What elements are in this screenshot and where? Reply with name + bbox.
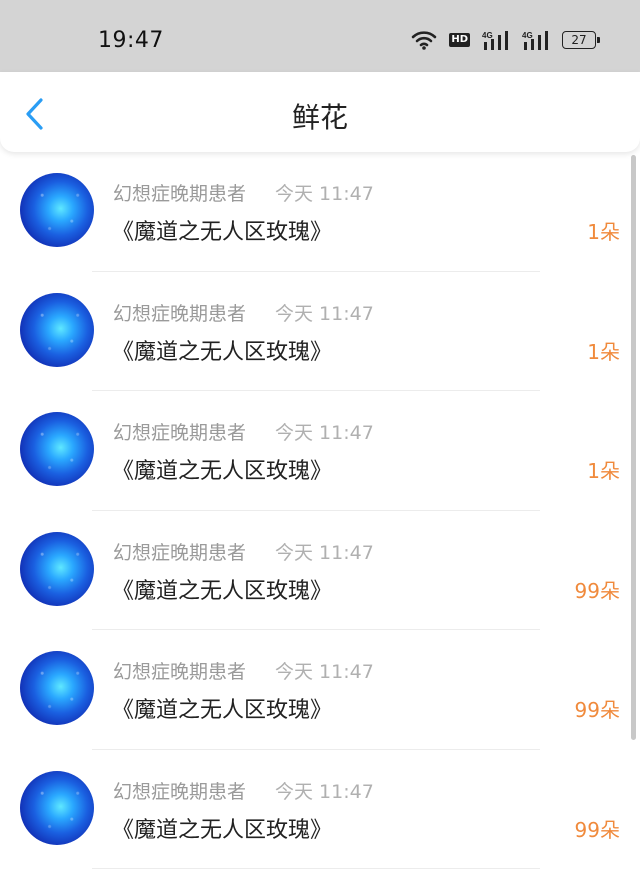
sender-name[interactable]: 幻想症晚期患者 [113,418,246,445]
book-title[interactable]: 《魔道之无人区玫瑰》 [112,812,332,844]
avatar[interactable] [20,173,94,247]
list-item[interactable]: 幻想症晚期患者 今天 11:47 《魔道之无人区玫瑰》 1朵 [0,152,640,272]
wifi-icon [411,30,437,50]
sender-name[interactable]: 幻想症晚期患者 [113,179,246,206]
battery-level: 27 [571,33,587,47]
flower-list[interactable]: 幻想症晚期患者 今天 11:47 《魔道之无人区玫瑰》 1朵 幻想症晚期患者 今… [0,152,640,879]
scrollbar[interactable] [631,155,636,740]
avatar[interactable] [20,531,94,606]
sender-name[interactable]: 幻想症晚期患者 [113,777,246,804]
flower-count: 1朵 [587,220,620,244]
book-title[interactable]: 《魔道之无人区玫瑰》 [112,334,332,366]
flower-count: 99朵 [574,817,620,842]
send-time: 今天 11:47 [275,183,374,205]
status-bar: 19:47 HD 4G 4G 27 [0,0,640,72]
signal-icon: 4G [522,30,550,50]
status-icons: HD 4G 4G 27 [411,30,600,50]
book-title[interactable]: 《魔道之无人区玫瑰》 [112,214,332,246]
send-time: 今天 11:47 [275,422,374,444]
flower-count: 99朵 [574,698,620,722]
book-title[interactable]: 《魔道之无人区玫瑰》 [112,453,332,485]
send-time: 今天 11:47 [275,302,374,325]
avatar[interactable] [20,292,94,367]
nav-bar: 鲜花 [0,72,640,152]
list-item[interactable]: 幻想症晚期患者 今天 11:47 《魔道之无人区玫瑰》 1朵 [0,272,640,391]
flower-count: 1朵 [587,339,620,364]
sender-name[interactable]: 幻想症晚期患者 [113,657,246,684]
avatar[interactable] [20,770,94,845]
battery-icon: 27 [562,31,600,49]
send-time: 今天 11:47 [275,661,374,683]
sender-name[interactable]: 幻想症晚期患者 [113,299,246,326]
network-label: 4G [482,31,493,40]
list-item[interactable]: 幻想症晚期患者 今天 11:47 《魔道之无人区玫瑰》 99朵 [0,511,640,630]
book-title[interactable]: 《魔道之无人区玫瑰》 [112,573,332,605]
divider [92,868,540,869]
flower-count: 99朵 [574,578,620,603]
send-time: 今天 11:47 [275,780,374,803]
sender-name[interactable]: 幻想症晚期患者 [113,538,246,565]
send-time: 今天 11:47 [275,541,374,564]
signal-icon: 4G [482,30,510,50]
status-time: 19:47 [98,28,164,53]
list-item[interactable]: 幻想症晚期患者 今天 11:47 《魔道之无人区玫瑰》 1朵 [0,391,640,511]
flower-count: 1朵 [587,459,620,483]
list-item[interactable]: 幻想症晚期患者 今天 11:47 《魔道之无人区玫瑰》 99朵 [0,750,640,869]
avatar[interactable] [20,651,94,725]
network-label: 4G [522,31,533,40]
book-title[interactable]: 《魔道之无人区玫瑰》 [112,692,332,724]
hd-icon: HD [449,33,470,47]
list-item[interactable]: 幻想症晚期患者 今天 11:47 《魔道之无人区玫瑰》 99朵 [0,630,640,750]
page-title: 鲜花 [291,101,348,134]
avatar[interactable] [20,412,94,486]
